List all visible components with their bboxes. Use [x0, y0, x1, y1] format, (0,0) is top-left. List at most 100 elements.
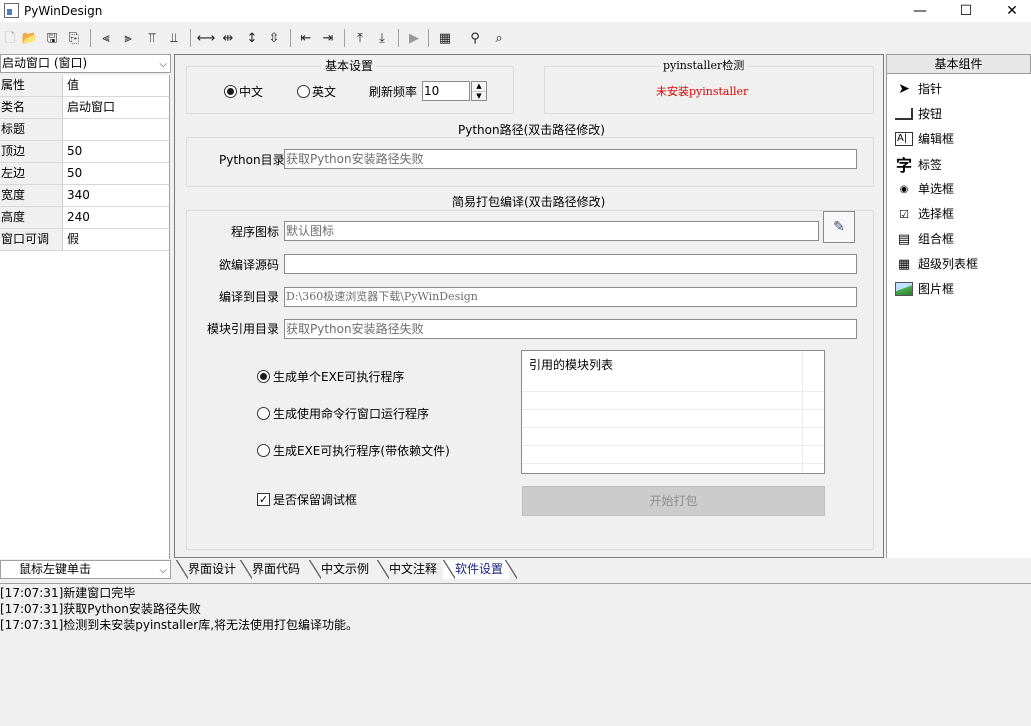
lang-chinese-label: 中文	[239, 85, 264, 99]
palette-item-pointer[interactable]: ➤ 指针	[891, 78, 1021, 100]
module-list[interactable]: 引用的模块列表	[521, 350, 825, 474]
title-bar: PyWinDesign — ☐ ✕	[0, 0, 1031, 22]
property-key: 标题	[0, 119, 63, 140]
property-row[interactable]: 顶边 50	[0, 141, 169, 163]
window-layout-icon[interactable]: ▦	[435, 28, 455, 48]
open-folder-icon[interactable]: 📂	[20, 28, 40, 48]
run-icon[interactable]: ▶	[404, 28, 424, 48]
palette-item-label: 选择框	[918, 207, 955, 221]
property-row[interactable]: 高度 240	[0, 207, 169, 229]
settings-panel: 基本设置 中文 英文 刷新频率 10 ▲ ▼ pyinstaller检测 未安装…	[174, 54, 884, 558]
object-selector[interactable]: 启动窗口 (窗口) ⌵	[0, 54, 171, 73]
property-value[interactable]: 240	[64, 207, 169, 228]
window-title: PyWinDesign	[24, 4, 103, 18]
property-row[interactable]: 窗口可调 假	[0, 229, 169, 251]
event-selector-value: 鼠标左键单击	[19, 562, 92, 576]
save-as-icon[interactable]: ⎘	[64, 28, 84, 48]
palette-item-checkbox[interactable]: ☑ 选择框	[891, 203, 1021, 225]
property-key: 窗口可调	[0, 229, 63, 250]
v-space-icon[interactable]: ⇳	[264, 28, 284, 48]
property-value[interactable]: 假	[64, 229, 169, 250]
h-increase-icon[interactable]: ⇤	[296, 28, 316, 48]
output-dir-input[interactable]: D:\360极速浏览器下载\PyWinDesign	[284, 287, 857, 307]
palette-item-button[interactable]: 按钮	[891, 103, 1021, 125]
keep-debug-checkbox[interactable]: ✓	[257, 493, 270, 506]
h-space-icon[interactable]: ⇹	[218, 28, 238, 48]
log-line: [17:07:31]获取Python安装路径失败	[0, 602, 201, 616]
source-label: 欲编译源码	[219, 258, 280, 272]
start-pack-button[interactable]: 开始打包	[522, 486, 825, 516]
palette-item-edit[interactable]: A| 编辑框	[891, 128, 1021, 150]
property-grid: 属性 值 类名 启动窗口 标题 顶边 50 左边 50 宽度 340 高度 24…	[0, 75, 170, 559]
event-selector[interactable]: 鼠标左键单击 ⌵	[0, 560, 171, 579]
chevron-down-icon: ⌵	[159, 59, 167, 70]
source-input[interactable]	[284, 254, 857, 274]
palette-item-combobox[interactable]: ▤ 组合框	[891, 228, 1021, 250]
align-middle-icon[interactable]: ⫫	[164, 28, 184, 48]
deps-exe-label: 生成EXE可执行程序(带依赖文件)	[273, 444, 450, 458]
h-decrease-icon[interactable]: ⇥	[318, 28, 338, 48]
align-center-icon[interactable]: ⫸	[118, 28, 138, 48]
log-panel: [17:07:31]新建窗口完毕 [17:07:31]获取Python安装路径失…	[0, 583, 1031, 726]
inspect-icon[interactable]: ⌕	[489, 28, 509, 48]
log-line: [17:07:31]新建窗口完毕	[0, 586, 136, 600]
property-key: 宽度	[0, 185, 63, 206]
property-row[interactable]: 类名 启动窗口	[0, 97, 169, 119]
v-increase-icon[interactable]: ⤒	[350, 28, 370, 48]
property-value[interactable]: 50	[64, 163, 169, 184]
minimize-button[interactable]: —	[897, 0, 943, 22]
v-decrease-icon[interactable]: ⤓	[372, 28, 392, 48]
palette-item-picture[interactable]: 图片框	[891, 278, 1021, 300]
align-top-icon[interactable]: ⫪	[142, 28, 162, 48]
property-key: 类名	[0, 97, 63, 118]
module-dir-input[interactable]: 获取Python安装路径失败	[284, 319, 857, 339]
tab-software-settings[interactable]: 软件设置	[443, 560, 510, 579]
palette-item-label: 按钮	[918, 107, 943, 121]
lang-chinese-radio[interactable]	[224, 85, 237, 98]
property-value[interactable]: 启动窗口	[64, 97, 169, 118]
property-value[interactable]: 340	[64, 185, 169, 206]
property-row[interactable]: 左边 50	[0, 163, 169, 185]
palette-item-label: 标签	[918, 158, 943, 172]
tab-ui-code[interactable]: 界面代码	[240, 560, 300, 579]
pack-group-title: 简易打包编译(双击路径修改)	[449, 195, 609, 209]
icon-browse-button[interactable]: ✎	[823, 211, 855, 243]
console-exe-radio[interactable]	[257, 407, 270, 420]
single-exe-label: 生成单个EXE可执行程序	[273, 370, 405, 384]
refresh-rate-input[interactable]: 10	[422, 81, 470, 101]
tab-ui-design[interactable]: 界面设计	[176, 560, 236, 579]
property-row[interactable]: 宽度 340	[0, 185, 169, 207]
close-button[interactable]: ✕	[989, 0, 1031, 22]
deps-exe-radio[interactable]	[257, 444, 270, 457]
new-file-icon[interactable]: 🗋	[0, 28, 20, 48]
find-icon[interactable]: ⚲	[465, 28, 485, 48]
property-key: 左边	[0, 163, 63, 184]
palette-title: 基本组件	[886, 54, 1031, 74]
save-icon[interactable]: 🖫	[42, 28, 62, 48]
tab-chinese-examples[interactable]: 中文示例	[309, 560, 369, 579]
component-palette: ➤ 指针 按钮 A| 编辑框 字 标签 ◉ 单选框 ☑ 选择框 ▤ 组合框 ▦ …	[886, 74, 1031, 558]
lang-english-radio[interactable]	[297, 85, 310, 98]
refresh-rate-spinner[interactable]: ▲ ▼	[471, 81, 487, 101]
maximize-button[interactable]: ☐	[943, 0, 989, 22]
align-left-icon[interactable]: ⫷	[96, 28, 116, 48]
same-width-icon[interactable]: ⟷	[196, 28, 216, 48]
basic-settings-title: 基本设置	[322, 59, 377, 73]
tab-chinese-comments[interactable]: 中文注释	[377, 560, 437, 579]
module-list-header: 引用的模块列表	[529, 358, 614, 372]
palette-item-radio[interactable]: ◉ 单选框	[891, 178, 1021, 200]
spin-down-icon[interactable]: ▼	[472, 91, 486, 100]
palette-item-listview[interactable]: ▦ 超级列表框	[891, 253, 1021, 275]
property-value[interactable]	[64, 119, 169, 140]
icon-label: 程序图标	[231, 225, 280, 239]
palette-item-label[interactable]: 字 标签	[891, 153, 1021, 175]
property-value[interactable]: 50	[64, 141, 169, 162]
single-exe-radio[interactable]	[257, 370, 270, 383]
property-row[interactable]: 标题	[0, 119, 169, 141]
label-icon: 字	[895, 156, 912, 175]
icon-input[interactable]: 默认图标	[284, 221, 819, 241]
same-height-icon[interactable]: ↕	[242, 28, 262, 48]
python-dir-input[interactable]: 获取Python安装路径失败	[284, 149, 857, 169]
palette-item-label: 单选框	[918, 182, 955, 196]
spin-up-icon[interactable]: ▲	[472, 82, 486, 91]
